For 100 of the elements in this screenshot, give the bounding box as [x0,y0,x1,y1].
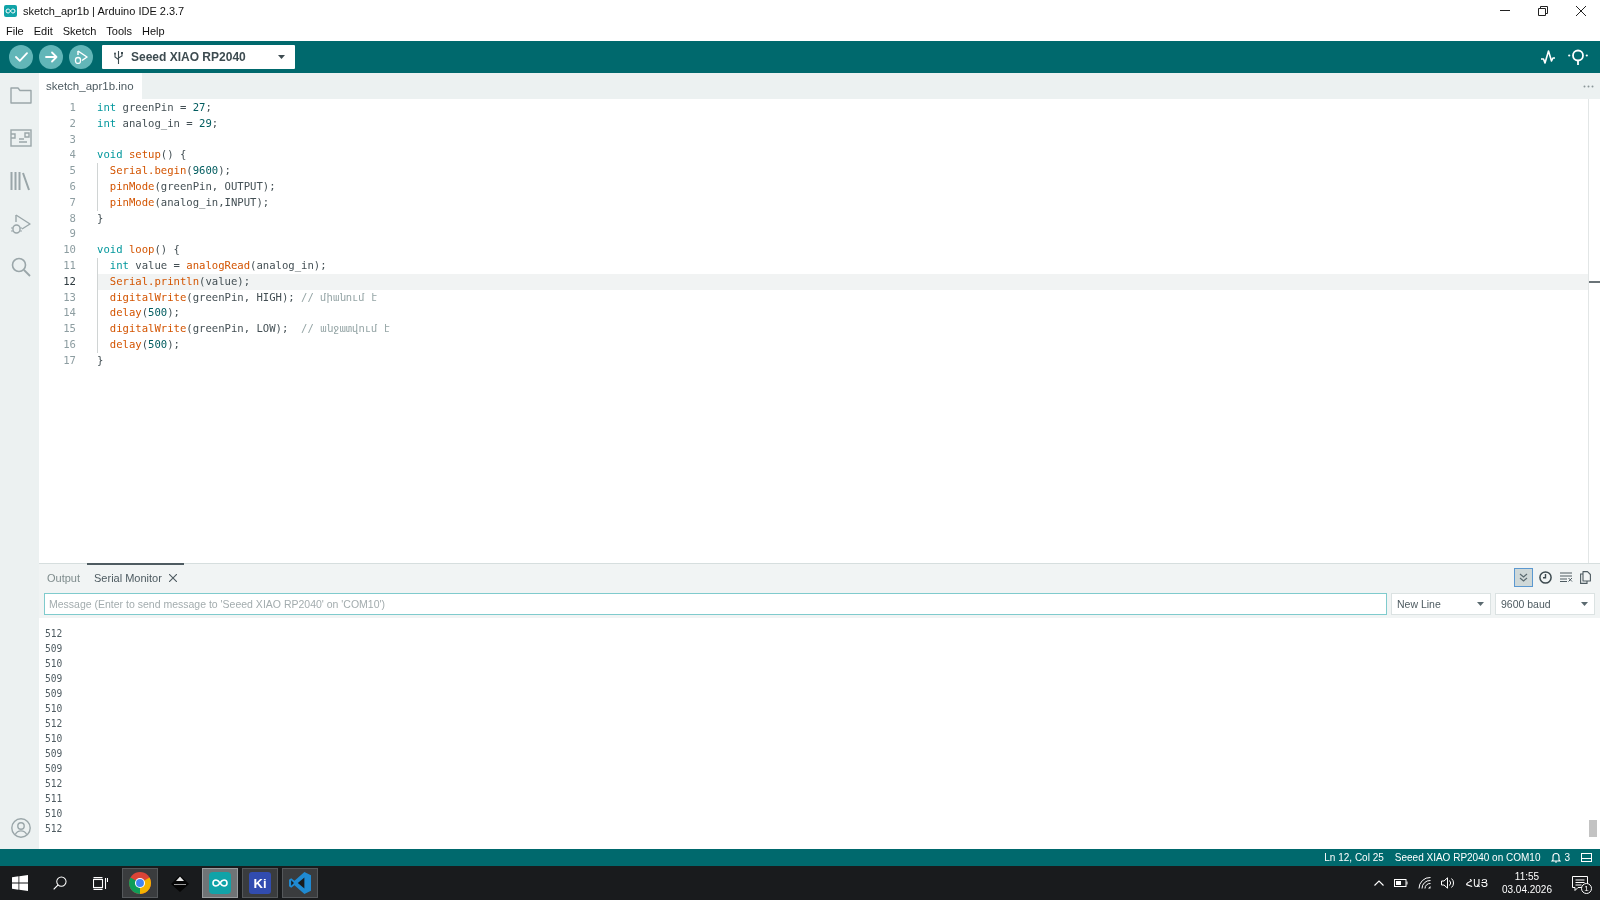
line-number: 2 [68,115,76,131]
line-ending-dropdown[interactable]: New Line [1391,593,1491,615]
check-icon [14,52,28,62]
speaker-icon [1440,877,1455,889]
code-line: int greenPin = 27; [97,100,212,115]
line-number: 4 [68,147,76,163]
arrow-right-icon [44,51,58,63]
baud-rate-dropdown[interactable]: 9600 baud [1495,593,1595,615]
circuit-board-icon [9,128,32,147]
window-title: sketch_apr1b | Arduino IDE 2.3.7 [23,4,185,17]
cursor-position[interactable]: Ln 12, Col 25 [1324,852,1384,863]
serial-output-line: 510 [45,732,63,746]
line-number: 14 [62,305,76,321]
ribbon-logo-icon [289,872,311,894]
code-line: } [97,352,104,368]
taskbar-app-button[interactable] [282,868,318,898]
code-line: void setup() { [97,147,187,163]
upload-button[interactable] [39,45,63,69]
board-selector[interactable]: Seeed XIAO RP2040 [102,45,295,69]
serial-plotter-button[interactable] [1538,47,1558,67]
menu-item[interactable]: Edit [28,23,58,39]
line-number: 9 [68,226,76,242]
double-chevron-down-icon [1519,572,1528,582]
waveform-icon [1540,50,1556,64]
restore-icon [1538,5,1548,16]
code-line: delay(500); [97,305,180,322]
serial-output-line: 509 [45,687,63,701]
search-icon [10,256,31,277]
line-number: 7 [68,194,76,210]
notifications-button[interactable]: 3 [1551,852,1570,863]
taskbar-app-button[interactable] [202,868,238,898]
task-view-icon [92,876,108,890]
code-line: pinMode(analog_in,INPUT); [97,194,270,211]
serial-output-line: 512 [45,627,63,641]
line-number: 10 [62,242,76,258]
close-icon[interactable] [168,573,177,582]
windows-logo-icon [12,875,28,891]
action-center-button[interactable]: 1 [1560,866,1600,900]
clock-icon [1539,570,1552,584]
magnifier-dots-icon [1568,49,1588,65]
message-icon [1572,875,1588,891]
debug-button[interactable] [69,45,93,69]
bell-icon [1551,852,1562,863]
code-line: pinMode(greenPin, OUTPUT); [97,179,276,195]
search-icon [53,876,67,890]
verify-button[interactable] [9,45,33,69]
line-number: 8 [68,210,76,226]
serial-monitor-button[interactable] [1568,47,1588,67]
serial-output-line: 512 [45,717,63,731]
line-number: 11 [62,257,76,273]
infinity-logo-icon [209,872,231,894]
taskbar-app-button[interactable] [122,868,158,898]
play-bug-icon [10,213,31,234]
editor-tab[interactable]: sketch_apr1b.ino [39,73,142,99]
taskbar-app-button[interactable]: Ki [242,868,278,898]
menu-item[interactable]: Help [137,23,170,39]
user-icon [10,817,31,838]
clear-lines-icon [1559,572,1573,582]
line-number: 1 [68,100,76,115]
input-language-indicator[interactable]: ՀԱՅ [1459,866,1494,900]
menu-item[interactable]: Sketch [57,23,102,39]
serial-output-line: 510 [45,807,63,821]
chevron-up-icon [1373,880,1384,886]
play-bug-icon [74,50,88,64]
autoscroll-toggle[interactable] [1514,567,1533,587]
serial-output-line: 509 [45,747,63,761]
books-icon [10,170,31,191]
clock-button[interactable]: 11:55 03.04.2026 [1493,866,1560,900]
panel-layout-icon [1581,853,1592,862]
serial-output-line: 512 [45,777,63,791]
round-logo-icon [129,872,151,894]
code-line: void loop() { [97,242,180,258]
code-line: } [97,210,104,226]
caret-down-icon [1477,602,1484,606]
line-number: 5 [68,163,76,179]
menu-item[interactable]: File [1,23,29,39]
code-line: digitalWrite(greenPin, HIGH); // միանում է [97,289,378,306]
battery-icon [1393,879,1408,887]
menu-item[interactable]: Tools [101,23,138,39]
board-port-status[interactable]: Seeed XIAO RP2040 on COM10 [1394,852,1541,863]
close-icon [1576,5,1586,16]
wifi-icon [1417,877,1431,889]
cursor-position-marker [1589,280,1600,283]
copy-icon [1579,570,1591,584]
infinity-logo-icon [4,4,17,17]
folder-icon [9,85,32,104]
line-number: 6 [68,179,76,194]
scrollbar-thumb[interactable] [1589,820,1597,837]
serial-output-line: 509 [45,762,63,776]
serial-output-line: 509 [45,642,63,656]
toggle-panel-button[interactable] [1581,853,1592,862]
code-line: Serial.println(value); [97,273,251,290]
code-line: int analog_in = 29; [97,115,219,132]
code-line: digitalWrite(greenPin, LOW); // անջատվում է [97,321,391,337]
message-input[interactable]: Message (Enter to send message to 'Seeed XIAO RP2040' on 'COM10') [44,593,1387,615]
line-number: 15 [62,321,76,337]
serial-output-line: 510 [45,702,63,716]
serial-output-line: 511 [45,792,63,806]
serial-output-line: 509 [45,672,63,686]
more-actions-button[interactable] [1583,84,1594,88]
